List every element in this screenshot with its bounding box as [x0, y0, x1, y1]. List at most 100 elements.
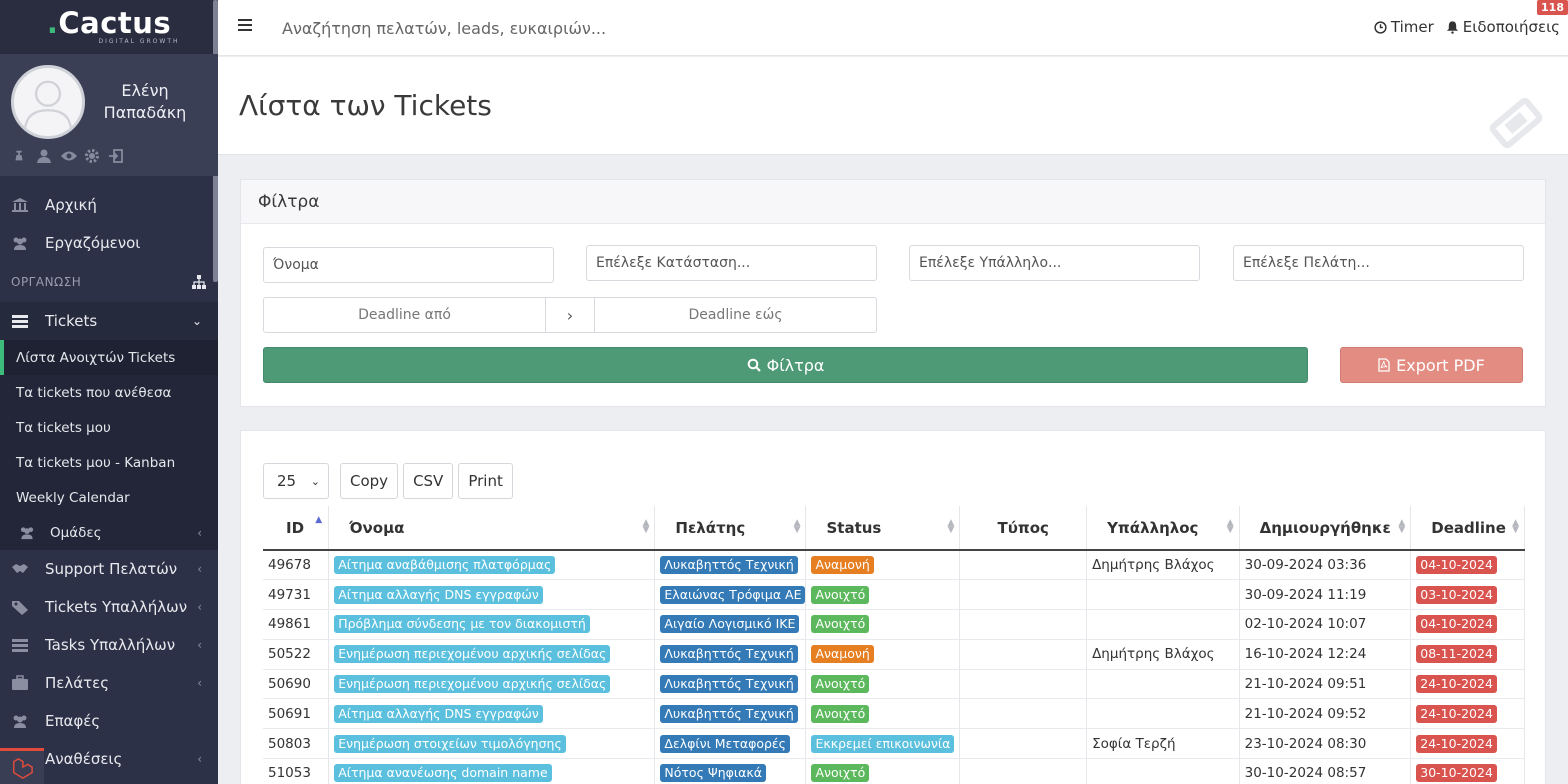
- eye-icon[interactable]: [60, 148, 77, 164]
- clock-icon: [1374, 20, 1387, 34]
- chevron-left-icon: ‹: [197, 600, 202, 614]
- print-button[interactable]: Print: [458, 463, 513, 499]
- deadline-from-input[interactable]: Deadline από: [263, 297, 546, 333]
- profile-actions: [12, 148, 124, 164]
- table-row[interactable]: 50691 Αίτημα αλλαγής DNS εγγραφών Λυκαβη…: [263, 698, 1525, 730]
- column-header-deadline[interactable]: Deadline ▲ ▼: [1410, 506, 1525, 551]
- status-badge: Ανοιχτό: [811, 615, 870, 634]
- logo[interactable]: .Cactus DIGITAL GROWTH: [0, 0, 218, 54]
- avatar[interactable]: [11, 65, 85, 139]
- column-header-name[interactable]: Όνομα ▲ ▼: [328, 506, 656, 551]
- cell-id: 49861: [263, 609, 330, 640]
- client-link[interactable]: Δελφίνι Μεταφορές: [660, 734, 791, 753]
- table-row[interactable]: 50690 Ενημέρωση περιεχομένου αρχικής σελ…: [263, 669, 1525, 700]
- hamburger-menu-icon[interactable]: [238, 18, 252, 32]
- chevron-left-icon: ‹: [197, 752, 202, 766]
- sidebar-item-support[interactable]: Support Πελατών ‹: [0, 550, 218, 588]
- client-link[interactable]: Λυκαβηττός Τεχνική: [660, 556, 798, 575]
- user-icon[interactable]: [36, 148, 52, 164]
- table-row[interactable]: 50522 Ενημέρωση περιεχομένου αρχικής σελ…: [263, 639, 1525, 670]
- table-row[interactable]: 49731 Αίτημα αλλαγής DNS εγγραφών Ελαιών…: [263, 579, 1525, 611]
- name-filter-input[interactable]: Όνομα: [263, 247, 554, 283]
- users-icon: [13, 237, 27, 250]
- logo-name: Cactus: [58, 6, 172, 40]
- profile-card: Ελένη Παπαδάκη: [0, 54, 218, 176]
- sidebar-item-my-tickets[interactable]: Τα tickets μου: [0, 410, 218, 445]
- employee-select[interactable]: Επέλεξε Υπάλληλο...: [909, 245, 1200, 281]
- cell-created: 30-09-2024 03:36: [1239, 550, 1412, 581]
- client-link[interactable]: Αιγαίο Λογισμικό ΙΚΕ: [660, 615, 800, 634]
- sidebar-item-contacts[interactable]: Επαφές: [0, 702, 218, 740]
- users-icon: [20, 527, 34, 540]
- ticket-name-link[interactable]: Ενημέρωση στοιχείων τιμολόγησης: [334, 734, 566, 753]
- client-link[interactable]: Λυκαβηττός Τεχνική: [660, 675, 798, 694]
- column-header-client[interactable]: Πελάτης ▲ ▼: [654, 506, 807, 551]
- topbar: Timer Ειδοποιήσεις 118: [218, 0, 1568, 56]
- chevron-down-icon: ⌄: [310, 474, 320, 488]
- client-link[interactable]: Νότος Ψηφιακά: [660, 764, 766, 783]
- csv-button[interactable]: CSV: [403, 463, 454, 499]
- cell-id: 49731: [263, 579, 330, 611]
- ticket-name-link[interactable]: Ενημέρωση περιεχομένου αρχικής σελίδας: [334, 645, 611, 664]
- ticket-name-link[interactable]: Αίτημα αναβάθμισης πλατφόρμας: [334, 556, 556, 575]
- sidebar-item-home[interactable]: Αρχική: [0, 186, 218, 224]
- column-header-id[interactable]: ID ▲: [263, 506, 330, 551]
- notifications-button[interactable]: Ειδοποιήσεις: [1446, 18, 1560, 36]
- table-row[interactable]: 49861 Πρόβλημα σύνδεσης με τον διακομιστ…: [263, 609, 1525, 640]
- cell-created: 02-10-2024 10:07: [1239, 609, 1412, 640]
- client-link[interactable]: Λυκαβηττός Τεχνική: [660, 645, 798, 664]
- table-row[interactable]: 50803 Ενημέρωση στοιχείων τιμολόγησης Δε…: [263, 728, 1525, 760]
- sidebar-item-weekly-calendar[interactable]: Weekly Calendar: [0, 480, 218, 515]
- sidebar-item-label: Επαφές: [45, 712, 101, 730]
- global-search-input[interactable]: [282, 16, 882, 40]
- sidebar-item-label: Πελάτες: [45, 674, 110, 692]
- sidebar-item-assigned-by-me[interactable]: Τα tickets που ανέθεσα: [0, 375, 218, 410]
- sidebar-item-clients[interactable]: Πελάτες ‹: [0, 664, 218, 702]
- deadline-badge: 24-10-2024: [1416, 675, 1497, 694]
- cell-id: 50803: [263, 728, 330, 760]
- gear-icon[interactable]: [84, 148, 100, 164]
- column-header-employee[interactable]: Υπάλληλος ▲ ▼: [1086, 506, 1240, 551]
- sidebar-item-employee-tasks[interactable]: Tasks Υπαλλήλων ‹: [0, 626, 218, 664]
- topbar-actions: Timer Ειδοποιήσεις: [1374, 18, 1560, 36]
- timer-button[interactable]: Timer: [1374, 18, 1434, 36]
- sidebar-item-open-tickets[interactable]: Λίστα Ανοιχτών Tickets: [0, 340, 218, 375]
- client-link[interactable]: Ελαιώνας Τρόφιμα ΑΕ: [660, 585, 806, 604]
- ticket-name-link[interactable]: Αίτημα αλλαγής DNS εγγραφών: [334, 585, 543, 604]
- sitemap-icon[interactable]: [192, 275, 206, 289]
- sidebar-item-groups[interactable]: Ομάδες ‹: [0, 515, 218, 550]
- client-select[interactable]: Επέλεξε Πελάτη...: [1233, 245, 1524, 281]
- deadline-to-input[interactable]: Deadline εώς: [594, 297, 877, 333]
- apply-filters-button[interactable]: Φίλτρα: [263, 347, 1308, 383]
- sidebar-item-my-tickets-kanban[interactable]: Τα tickets μου - Kanban: [0, 445, 218, 480]
- table-row[interactable]: 49678 Αίτημα αναβάθμισης πλατφόρμας Λυκα…: [263, 550, 1525, 581]
- ticket-name-link[interactable]: Αίτημα ανανέωσης domain name: [334, 764, 552, 783]
- export-pdf-button[interactable]: Export PDF: [1340, 347, 1523, 383]
- sort-icon: ▲ ▼: [947, 518, 955, 535]
- sidebar: .Cactus DIGITAL GROWTH Ελένη Παπαδάκη Αρ…: [0, 0, 218, 784]
- sidebar-item-employee-tickets[interactable]: Tickets Υπαλλήλων ‹: [0, 588, 218, 626]
- table-row[interactable]: 51053 Αίτημα ανανέωσης domain name Νότος…: [263, 758, 1525, 784]
- chess-icon[interactable]: [12, 148, 28, 164]
- copy-button[interactable]: Copy: [340, 463, 399, 499]
- bell-icon: [1446, 21, 1458, 34]
- status-select[interactable]: Επέλεξε Κατάσταση...: [586, 245, 877, 281]
- sidebar-item-tickets[interactable]: Tickets ⌄: [0, 302, 218, 340]
- cell-created: 21-10-2024 09:52: [1239, 698, 1412, 730]
- ticket-name-link[interactable]: Πρόβλημα σύνδεσης με τον διακομιστή: [334, 615, 590, 634]
- page-length-select[interactable]: 25 ⌄: [263, 463, 329, 499]
- column-header-created[interactable]: Δημιουργήθηκε ▲ ▼: [1239, 506, 1412, 551]
- sidebar-item-employees[interactable]: Εργαζόμενοι: [0, 224, 218, 262]
- deadline-badge: 30-10-2024: [1416, 764, 1497, 783]
- cell-employee: [1086, 758, 1240, 784]
- cell-type: [959, 550, 1088, 581]
- status-badge: Ανοιχτό: [811, 585, 870, 604]
- ticket-name-link[interactable]: Ενημέρωση περιεχομένου αρχικής σελίδας: [334, 675, 611, 694]
- cell-id: 51053: [263, 758, 330, 784]
- client-link[interactable]: Λυκαβηττός Τεχνική: [660, 704, 798, 723]
- list-icon: [12, 639, 28, 652]
- logout-icon[interactable]: [108, 148, 124, 164]
- ticket-name-link[interactable]: Αίτημα αλλαγής DNS εγγραφών: [334, 704, 543, 723]
- laravel-logo-icon[interactable]: [0, 748, 44, 784]
- column-header-status[interactable]: Status ▲ ▼: [805, 506, 961, 551]
